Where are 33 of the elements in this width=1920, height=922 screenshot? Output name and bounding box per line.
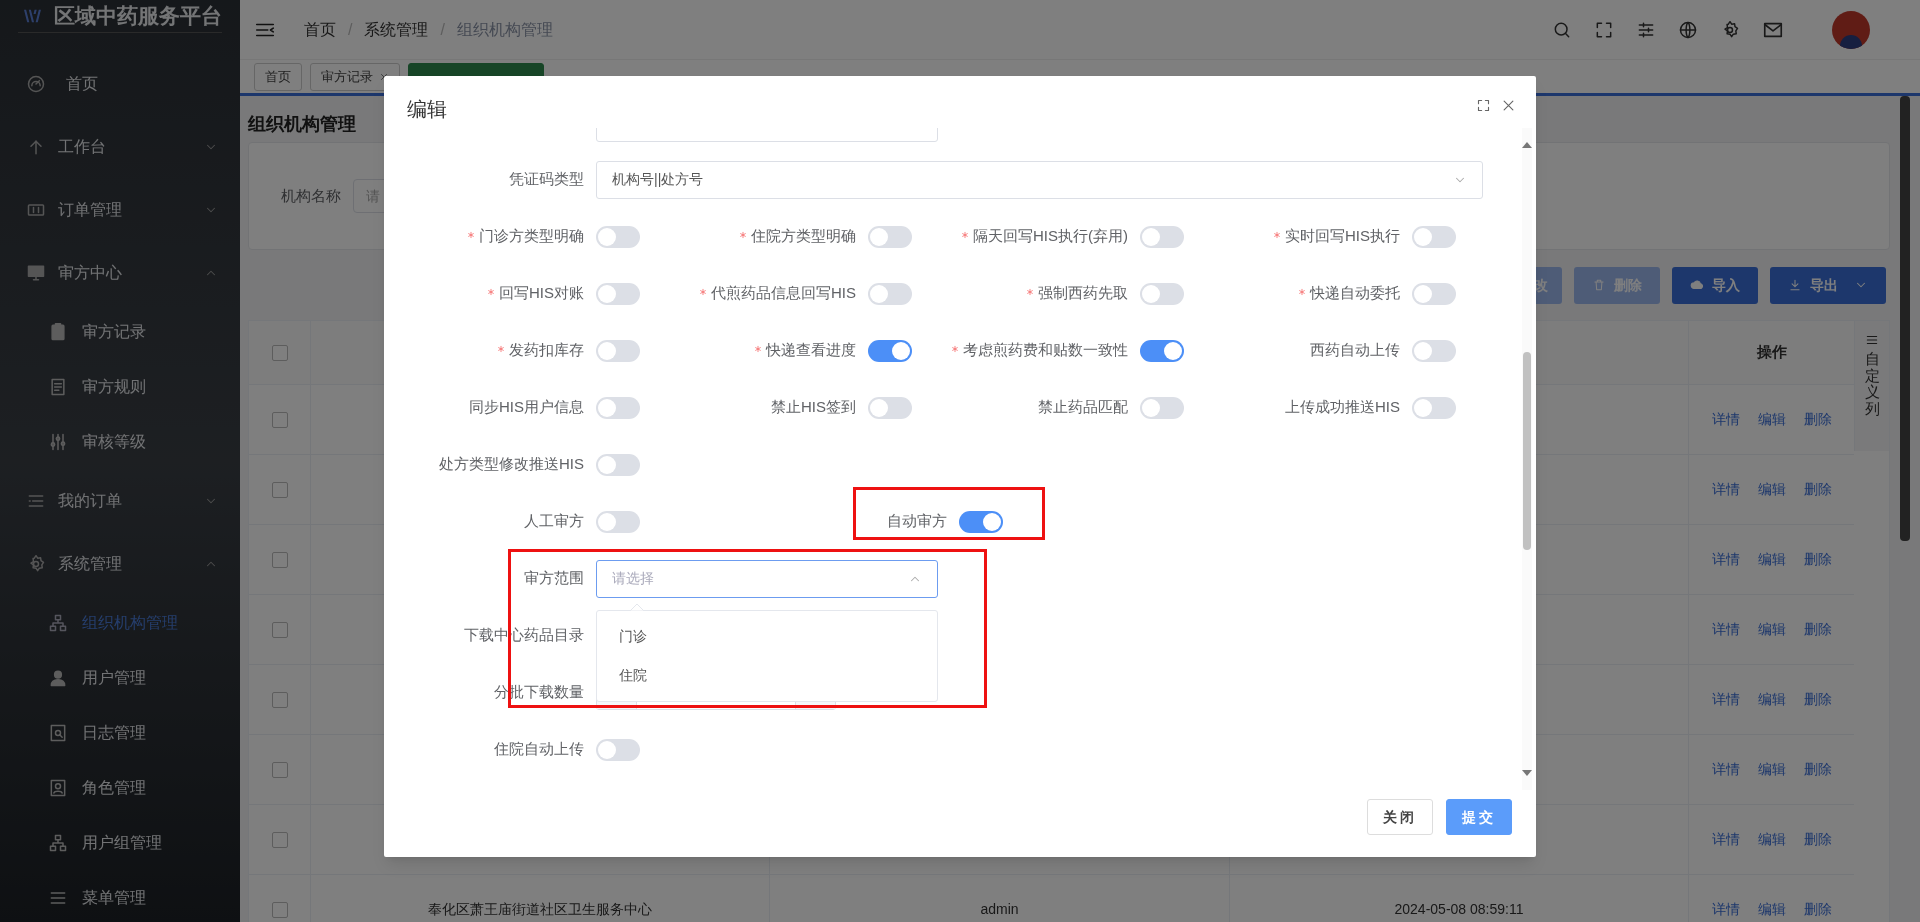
breadcrumb-item: 组织机构管理	[456, 19, 553, 40]
field-label: 禁止药品匹配	[1038, 397, 1128, 418]
field-label: 禁止HIS签到	[771, 397, 856, 418]
dialog-title: 编辑	[407, 97, 448, 122]
field-label: 审方范围	[524, 568, 584, 589]
field-label: 发药扣库存	[509, 340, 584, 361]
field-label: 门诊方类型明确	[479, 226, 584, 247]
breadcrumb-separator: /	[348, 19, 353, 40]
field-label: 住院方类型明确	[751, 226, 856, 247]
field-label: 凭证码类型	[509, 169, 584, 190]
field-label: 上传成功推送HIS	[1285, 397, 1400, 418]
breadcrumb-separator: /	[440, 19, 445, 40]
table-cell-text: admin	[980, 900, 1019, 919]
page-title: 组织机构管理	[248, 112, 356, 136]
app-title: 区域中药服务平台	[54, 3, 222, 29]
field-label: 考虑煎药费和贴数一致性	[963, 340, 1128, 361]
field-label: 住院自动上传	[494, 739, 584, 760]
table-cell-text: 奉化区萧王庙街道社区卫生服务中心	[428, 900, 652, 919]
field-label: 实时回写HIS执行	[1285, 226, 1400, 247]
field-label: 自动审方	[887, 511, 947, 532]
field-label: 快递自动委托	[1310, 283, 1400, 304]
table-cell-text: 2024-05-08 08:59:11	[1394, 900, 1524, 919]
field-label: 代煎药品信息回写HIS	[711, 283, 856, 304]
field-label: 强制西药先取	[1038, 283, 1128, 304]
column-header: 操作	[1755, 342, 1788, 363]
field-label: 人工审方	[524, 511, 584, 532]
field-label: 回写HIS对账	[499, 283, 584, 304]
field-label: 处方类型修改推送HIS	[439, 454, 584, 475]
field-label: 隔天回写HIS执行(弃用)	[973, 226, 1128, 247]
field-label: 同步HIS用户信息	[469, 397, 584, 418]
field-label: 快递查看进度	[766, 340, 856, 361]
search-label: 机构名称	[281, 185, 341, 206]
field-label: 西药自动上传	[1310, 340, 1400, 361]
